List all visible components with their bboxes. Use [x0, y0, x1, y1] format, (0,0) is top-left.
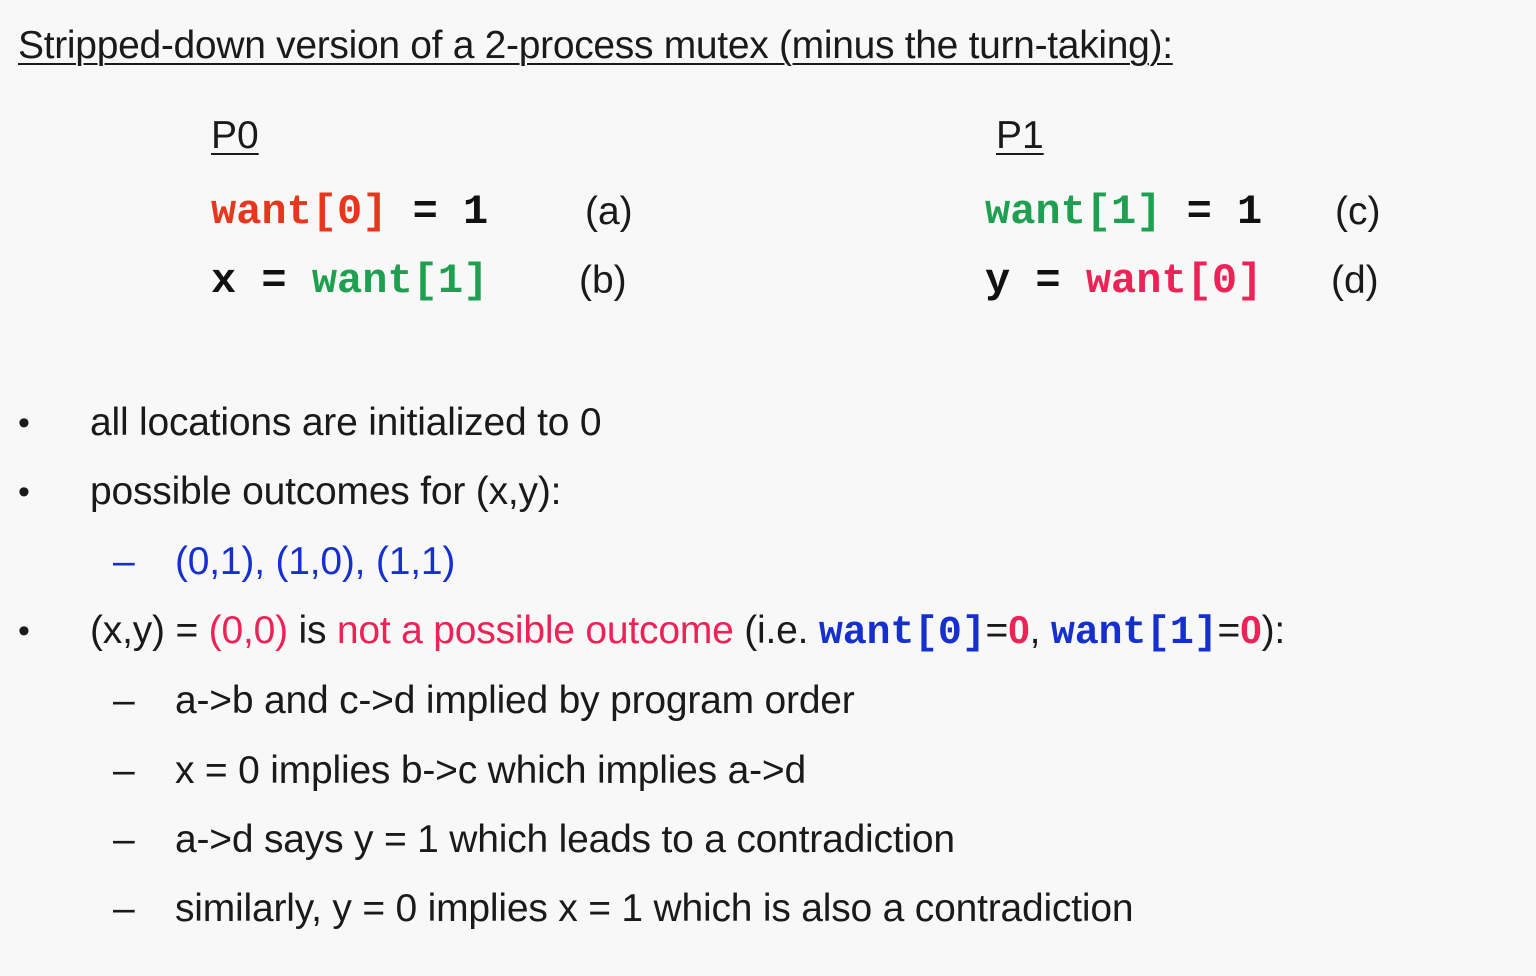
- b3-prefix: (x,y) =: [90, 609, 209, 652]
- p1-eq: =: [1010, 257, 1086, 305]
- b3-zero1: 0: [1008, 609, 1030, 652]
- bullet-item-1: • all locations are initialized to 0: [0, 395, 1536, 451]
- b3-is: is: [287, 609, 337, 652]
- b3-want0: want[0]: [818, 611, 986, 656]
- label-b: (b): [579, 259, 627, 302]
- sub-item-contradiction: – a->d says y = 1 which leads to a contr…: [0, 812, 1536, 868]
- b3-pair: (0,0): [208, 609, 288, 652]
- sub-item-program-order: – a->b and c->d implied by program order: [0, 673, 1536, 729]
- b3-eq1: =: [985, 609, 1009, 652]
- bullet-item-2: • possible outcomes for (x,y):: [0, 464, 1536, 520]
- p1-want0: want[0]: [1085, 257, 1263, 305]
- p0-assign-1: = 1: [387, 188, 489, 236]
- bullet-item-3: • (x,y) = (0,0) is not a possible outcom…: [0, 603, 1536, 659]
- b3-zero2: 0: [1240, 609, 1262, 652]
- p0-line-b: x = want[1]: [211, 253, 488, 309]
- sub-item-x-zero: – x = 0 implies b->c which implies a->d: [0, 743, 1536, 799]
- bullet-text-3: (x,y) = (0,0) is not a possible outcome …: [90, 603, 1285, 662]
- bullet-marker: •: [18, 612, 30, 650]
- sub-text-2: x = 0 implies b->c which implies a->d: [175, 749, 806, 792]
- label-c: (c): [1335, 190, 1381, 233]
- sub-item-similarly: – similarly, y = 0 implies x = 1 which i…: [0, 881, 1536, 937]
- p0-want1: want[1]: [311, 257, 489, 305]
- p1-line-c: want[1] = 1: [985, 184, 1262, 240]
- bullet-text-1: all locations are initialized to 0: [90, 401, 602, 444]
- dash-marker: –: [113, 749, 135, 792]
- bullet-text-2: possible outcomes for (x,y):: [90, 470, 562, 513]
- p1-line-d: y = want[0]: [985, 253, 1262, 309]
- sub-text-1: a->b and c->d implied by program order: [175, 679, 855, 722]
- p0-x-var: x: [211, 257, 237, 305]
- outcomes-list: (0,1), (1,0), (1,1): [175, 540, 456, 583]
- p1-heading: P1: [996, 114, 1044, 157]
- p1-assign-1: = 1: [1161, 188, 1263, 236]
- p1-want1: want[1]: [985, 188, 1162, 236]
- label-d: (d): [1331, 259, 1379, 302]
- sub-item-outcomes: – (0,1), (1,0), (1,1): [0, 534, 1536, 590]
- bullet-marker: •: [18, 473, 30, 511]
- b3-ie: (i.e.: [733, 609, 819, 652]
- dash-marker: –: [113, 679, 135, 722]
- b3-not-possible: not a possible outcome: [336, 609, 734, 652]
- b3-end: ):: [1261, 609, 1286, 652]
- b3-comma: ,: [1029, 609, 1051, 652]
- bullet-marker: •: [18, 404, 30, 442]
- dash-marker: –: [113, 540, 135, 583]
- slide: Stripped-down version of a 2-process mut…: [0, 0, 1536, 976]
- p0-want0: want[0]: [211, 188, 388, 236]
- p0-line-a: want[0] = 1: [211, 184, 488, 240]
- p1-y-var: y: [985, 257, 1011, 305]
- dash-marker: –: [113, 818, 135, 861]
- slide-title: Stripped-down version of a 2-process mut…: [18, 24, 1173, 67]
- label-a: (a): [585, 190, 633, 233]
- p0-heading: P0: [211, 114, 259, 157]
- sub-text-4: similarly, y = 0 implies x = 1 which is …: [175, 887, 1134, 930]
- p0-eq: =: [236, 257, 312, 305]
- sub-text-3: a->d says y = 1 which leads to a contrad…: [175, 818, 955, 861]
- b3-want1: want[1]: [1050, 611, 1218, 656]
- dash-marker: –: [113, 887, 135, 930]
- b3-eq2: =: [1217, 609, 1241, 652]
